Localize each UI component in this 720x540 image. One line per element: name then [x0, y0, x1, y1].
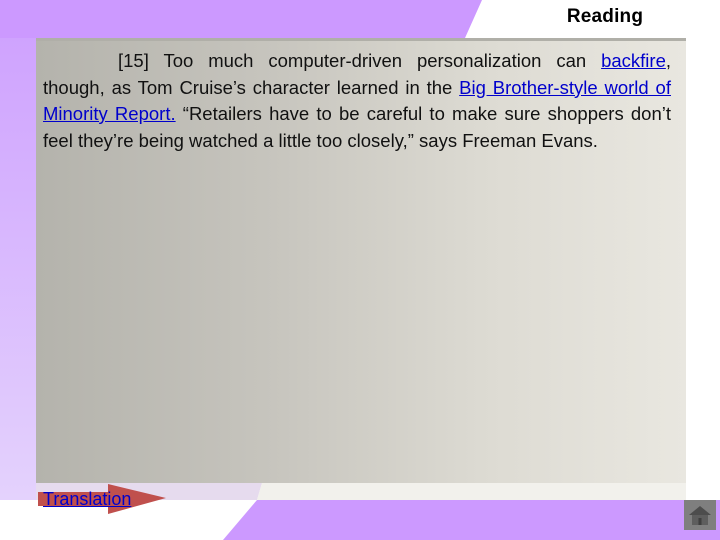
passage-segment: Too much computer-driven personalization…: [163, 50, 602, 71]
home-icon: [689, 506, 711, 525]
paragraph-number: [15]: [118, 50, 149, 71]
page-title: Reading: [566, 6, 644, 27]
translation-link[interactable]: Translation: [43, 489, 131, 510]
background-left-column: [0, 38, 36, 500]
home-button[interactable]: [684, 500, 716, 530]
passage-text: [15] Too much computer-driven personaliz…: [43, 48, 671, 154]
translation-button[interactable]: Translation: [38, 484, 168, 518]
glossary-link-backfire[interactable]: backfire: [601, 50, 666, 71]
